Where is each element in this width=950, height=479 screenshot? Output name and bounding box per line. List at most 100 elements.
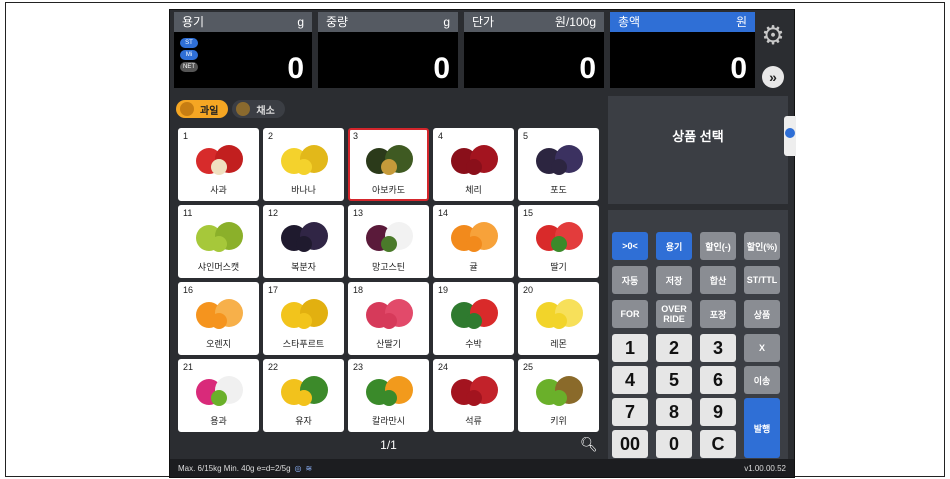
product-number: 4 — [438, 131, 444, 141]
fruit-image-icon — [450, 375, 498, 406]
vegetable-icon — [236, 102, 251, 116]
key-num-11[interactable]: 0 — [656, 430, 692, 458]
drawer-icon — [785, 128, 795, 138]
key-num-6[interactable]: 6 — [700, 366, 736, 394]
key-fn-8[interactable]: ST/TTL — [744, 266, 780, 294]
product-tile-6[interactable]: 11 샤인머스캣 — [178, 205, 259, 278]
key-num-3[interactable]: 3 — [700, 334, 736, 362]
fruit-image-icon — [535, 375, 583, 406]
product-tile-14[interactable]: 19 수박 — [433, 282, 514, 355]
key-fn-7[interactable]: 합산 — [700, 266, 736, 294]
weight-label: 중량 — [326, 15, 349, 29]
key-num-1[interactable]: 1 — [612, 334, 648, 362]
fruit-image-icon — [280, 375, 328, 406]
key-num-4[interactable]: 4 — [612, 366, 648, 394]
key-num-5[interactable]: 5 — [656, 366, 692, 394]
fruit-image-icon — [535, 298, 583, 329]
fruit-image-icon — [450, 144, 498, 175]
product-name: 오렌지 — [206, 339, 231, 349]
key-num-12[interactable]: C — [700, 430, 736, 458]
product-tile-15[interactable]: 20 레몬 — [518, 282, 599, 355]
product-name: 유자 — [295, 416, 312, 426]
gear-icon[interactable]: ⚙ — [760, 22, 786, 48]
product-tile-1[interactable]: 1 사과 — [178, 128, 259, 201]
key-fn-2[interactable]: 용기 — [656, 232, 692, 260]
product-tile-19[interactable]: 24 석류 — [433, 359, 514, 432]
product-name: 샤인머스캣 — [197, 262, 240, 272]
side-drawer-handle[interactable] — [784, 116, 796, 156]
product-tile-7[interactable]: 12 복분자 — [263, 205, 344, 278]
key-fn-4[interactable]: 할인(%) — [744, 232, 780, 260]
fruit-image-icon — [535, 221, 583, 252]
key-fn-10[interactable]: OVER RIDE — [656, 300, 692, 328]
product-tile-5[interactable]: 5 포도 — [518, 128, 599, 201]
product-tile-16[interactable]: 21 용과 — [178, 359, 259, 432]
key-num-9[interactable]: 9 — [700, 398, 736, 426]
key-fn-1[interactable]: >0< — [612, 232, 648, 260]
fruit-image-icon — [450, 221, 498, 252]
badge-st: ST — [180, 38, 198, 48]
tare-readout: 용기 g ST Mi NET 0 — [174, 12, 312, 88]
product-name: 스타푸르트 — [282, 339, 325, 349]
product-name: 체리 — [465, 185, 482, 195]
product-name: 키위 — [550, 416, 567, 426]
product-tile-8[interactable]: 13 망고스틴 — [348, 205, 429, 278]
product-grid: 1 사과 2 바나나 3 아보카도 4 체리 5 포도 11 샤인머스캣 12 복분자 13 망고스틴 14 귤 1… — [176, 126, 601, 432]
fruit-image-icon — [280, 221, 328, 252]
product-tile-17[interactable]: 22 유자 — [263, 359, 344, 432]
fruit-image-icon — [365, 298, 413, 329]
fruit-image-icon — [535, 144, 583, 175]
product-name: 복분자 — [291, 262, 316, 272]
product-tile-3[interactable]: 3 아보카도 — [348, 128, 429, 201]
product-tile-2[interactable]: 2 바나나 — [263, 128, 344, 201]
fruit-image-icon — [280, 144, 328, 175]
tab-vegetable[interactable]: 채소 — [232, 100, 285, 118]
product-name: 용과 — [210, 416, 227, 426]
product-name: 석류 — [465, 416, 482, 426]
unit-price-label: 단가 — [472, 15, 495, 29]
tab-fruit[interactable]: 과일 — [176, 100, 229, 118]
key-fn-11[interactable]: 포장 — [700, 300, 736, 328]
page-indicator: 1/1 — [380, 438, 397, 452]
product-tile-11[interactable]: 16 오렌지 — [178, 282, 259, 355]
product-tile-4[interactable]: 4 체리 — [433, 128, 514, 201]
product-tile-10[interactable]: 15 딸기 — [518, 205, 599, 278]
tare-label: 용기 — [182, 15, 205, 29]
search-icon[interactable]: 🔍︎ — [580, 436, 598, 453]
battery-icon: ◎ — [294, 463, 302, 473]
total-label: 총액 — [618, 15, 641, 29]
wifi-icon: ≋ — [305, 463, 313, 473]
key-num-7[interactable]: 7 — [612, 398, 648, 426]
key-num-2[interactable]: 2 — [656, 334, 692, 362]
key-fn-9[interactable]: FOR — [612, 300, 648, 328]
status-bar: Max. 6/15kg Min. 40g e=d=2/5g ◎ ≋ v1.00.… — [170, 459, 794, 477]
key-fn-3[interactable]: 할인(-) — [700, 232, 736, 260]
tab-vegetable-label: 채소 — [256, 105, 275, 117]
product-tile-18[interactable]: 23 칼라만시 — [348, 359, 429, 432]
product-tile-20[interactable]: 25 키위 — [518, 359, 599, 432]
fruit-image-icon — [195, 144, 243, 175]
product-name: 사과 — [210, 185, 227, 195]
product-tile-12[interactable]: 17 스타푸르트 — [263, 282, 344, 355]
fruit-image-icon — [450, 298, 498, 329]
category-tabs: 과일 채소 — [176, 100, 285, 118]
multiply-button[interactable]: X — [744, 334, 780, 362]
product-number: 5 — [523, 131, 529, 141]
product-tile-9[interactable]: 14 귤 — [433, 205, 514, 278]
key-fn-12[interactable]: 상품 — [744, 300, 780, 328]
key-fn-6[interactable]: 저장 — [656, 266, 692, 294]
key-num-8[interactable]: 8 — [656, 398, 692, 426]
unit-price-unit: 원/100g — [554, 15, 596, 29]
weight-readout: 중량 g 0 — [318, 12, 458, 88]
key-num-10[interactable]: 00 — [612, 430, 648, 458]
product-tile-13[interactable]: 18 산딸기 — [348, 282, 429, 355]
transfer-button[interactable]: 이송 — [744, 366, 780, 394]
key-fn-5[interactable]: 자동 — [612, 266, 648, 294]
double-chevron-right-icon[interactable]: » — [762, 66, 784, 88]
product-name: 포도 — [550, 185, 567, 195]
product-name: 아보카도 — [371, 185, 406, 195]
product-name: 수박 — [465, 339, 482, 349]
fruit-icon — [180, 102, 194, 116]
total-value: 0 — [730, 52, 747, 85]
issue-button[interactable]: 발행 — [744, 398, 780, 458]
